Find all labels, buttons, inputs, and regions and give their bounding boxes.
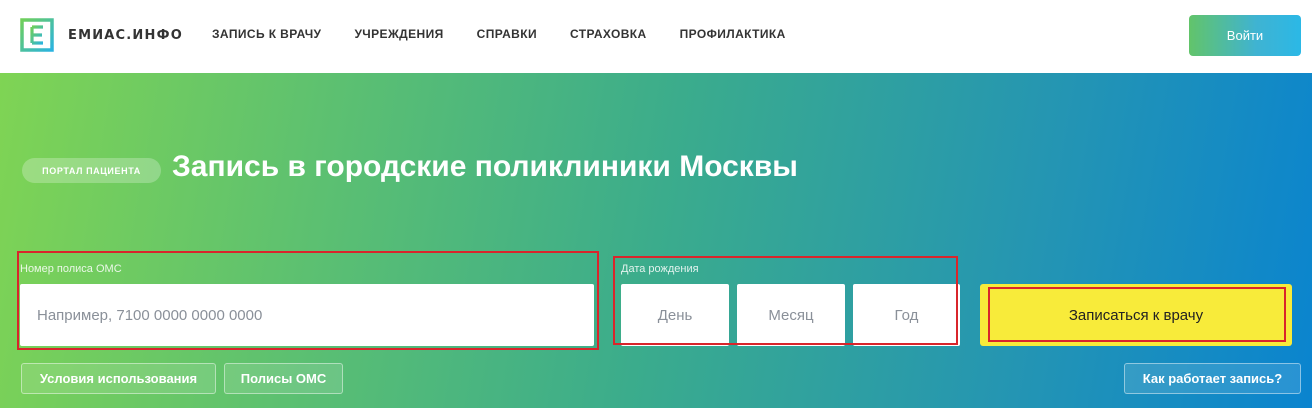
- hero-section: [0, 73, 1312, 408]
- login-button[interactable]: Войти: [1189, 15, 1301, 56]
- main-nav: ЗАПИСЬ К ВРАЧУ УЧРЕЖДЕНИЯ СПРАВКИ СТРАХО…: [212, 27, 819, 41]
- birth-day-input[interactable]: [621, 284, 729, 346]
- portal-badge: ПОРТАЛ ПАЦИЕНТА: [22, 158, 161, 183]
- page-title: Запись в городские поликлиники Москвы: [172, 150, 798, 183]
- policy-number-input[interactable]: [20, 284, 594, 346]
- oms-policies-button[interactable]: Полисы ОМС: [224, 363, 343, 394]
- how-it-works-button[interactable]: Как работает запись?: [1124, 363, 1301, 394]
- nav-item-prevention[interactable]: ПРОФИЛАКТИКА: [680, 27, 786, 41]
- logo-text: ЕМИАС.ИНФО: [68, 27, 183, 43]
- birth-month-input[interactable]: [737, 284, 845, 346]
- site-header: ЕМИАС.ИНФО ЗАПИСЬ К ВРАЧУ УЧРЕЖДЕНИЯ СПР…: [0, 0, 1312, 73]
- birth-date-label: Дата рождения: [621, 263, 699, 275]
- nav-item-insurance[interactable]: СТРАХОВКА: [570, 27, 647, 41]
- nav-item-certificates[interactable]: СПРАВКИ: [477, 27, 537, 41]
- birth-year-input[interactable]: [853, 284, 960, 346]
- emias-logo-icon: [20, 18, 54, 52]
- logo[interactable]: ЕМИАС.ИНФО: [20, 18, 183, 52]
- book-appointment-button[interactable]: Записаться к врачу: [980, 284, 1292, 346]
- terms-of-use-button[interactable]: Условия использования: [21, 363, 216, 394]
- policy-label: Номер полиса ОМС: [20, 263, 122, 275]
- nav-item-institutions[interactable]: УЧРЕЖДЕНИЯ: [354, 27, 443, 41]
- nav-item-appointment[interactable]: ЗАПИСЬ К ВРАЧУ: [212, 27, 321, 41]
